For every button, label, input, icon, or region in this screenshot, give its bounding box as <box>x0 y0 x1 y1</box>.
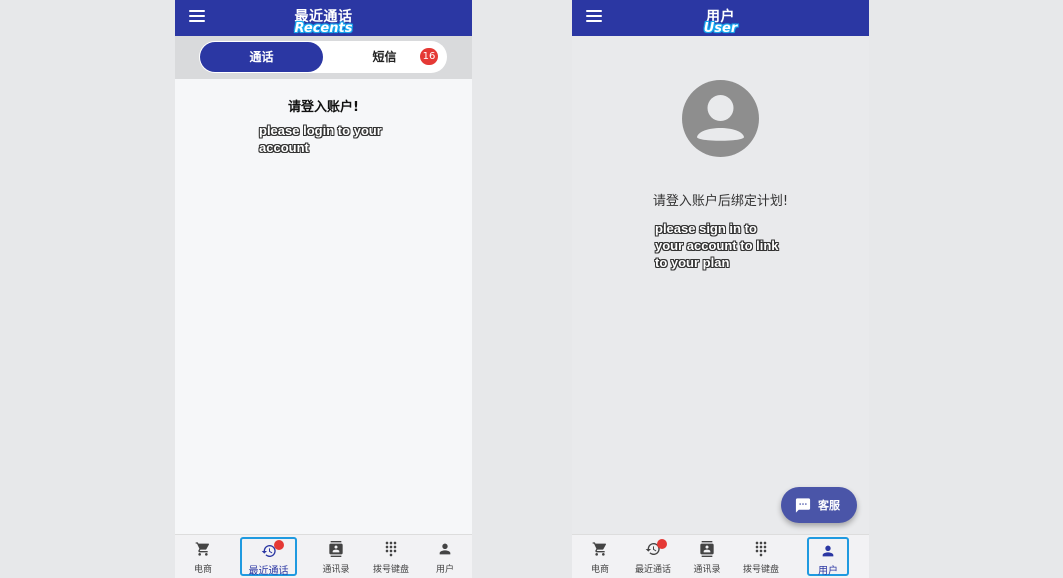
annotation-line: to your plan <box>655 255 730 270</box>
nav-label: 电商 <box>193 565 212 575</box>
nav-item-user[interactable]: 用户 <box>417 535 472 578</box>
login-prompt: 请登入账户后绑定计划! <box>652 194 789 209</box>
annotation-line: please sign in to <box>655 221 757 236</box>
nav-label: 拨号键盘 <box>742 565 779 575</box>
nav-item-recents[interactable]: 最近通话 <box>625 535 681 578</box>
dialpad-icon <box>385 541 397 557</box>
app-bar: 用户 User <box>572 0 869 36</box>
recents-screen: 最近通话 Recents 通话 短信 16 请登入账户! please logi… <box>175 0 472 578</box>
nav-item-contacts[interactable]: 通讯录 <box>308 535 364 578</box>
unread-dot <box>657 539 667 549</box>
nav-label: 最近通话 <box>248 566 289 577</box>
customer-service-button[interactable]: 客服 <box>781 487 857 523</box>
chat-icon <box>795 498 811 513</box>
fab-label: 客服 <box>818 499 840 512</box>
login-prompt: 请登入账户! <box>288 100 359 115</box>
unread-dot <box>274 540 284 550</box>
nav-label: 用户 <box>818 566 838 577</box>
nav-label: 用户 <box>435 565 454 575</box>
page-subtitle: Recents <box>294 21 353 36</box>
annotation-line: account <box>259 140 309 155</box>
nav-item-dialpad[interactable]: 拨号键盘 <box>363 535 419 578</box>
tab-calls[interactable]: 通话 <box>200 42 323 72</box>
nav-item-user[interactable]: 用户 <box>807 537 849 577</box>
cart-icon <box>195 542 209 556</box>
contacts-icon <box>700 541 714 557</box>
bottom-nav: 电商 最近通话 通讯录 拨号键盘 用户 <box>572 534 869 578</box>
nav-item-dialpad[interactable]: 拨号键盘 <box>733 535 789 578</box>
app-bar: 最近通话 Recents <box>175 0 472 36</box>
nav-item-shop[interactable]: 电商 <box>572 535 628 578</box>
dialpad-icon <box>755 541 767 557</box>
nav-item-recents[interactable]: 最近通话 <box>240 537 297 577</box>
annotation-line: your account to link <box>655 238 779 253</box>
nav-item-shop[interactable]: 电商 <box>175 535 231 578</box>
avatar-icon <box>682 80 759 157</box>
nav-label: 电商 <box>590 565 609 575</box>
person-icon <box>822 545 834 557</box>
nav-label: 拨号键盘 <box>372 565 409 575</box>
annotation-line: please login to your <box>259 123 382 138</box>
cart-icon <box>592 542 606 556</box>
nav-item-contacts[interactable]: 通讯录 <box>679 535 735 578</box>
page-subtitle: User <box>703 21 738 36</box>
segmented-control-bar: 通话 短信 16 <box>175 36 472 79</box>
nav-label: 最近通话 <box>634 565 671 575</box>
contacts-icon <box>329 541 343 557</box>
nav-label: 通讯录 <box>693 565 721 575</box>
sms-count-badge: 16 <box>420 48 438 65</box>
segmented-control: 通话 短信 16 <box>199 41 447 73</box>
bottom-nav: 电商 最近通话 通讯录 拨号键盘 用户 <box>175 534 472 578</box>
person-icon <box>439 543 451 555</box>
nav-label: 通讯录 <box>322 565 350 575</box>
user-screen: 用户 User 请登入账户后绑定计划! please sign in to yo… <box>572 0 869 578</box>
